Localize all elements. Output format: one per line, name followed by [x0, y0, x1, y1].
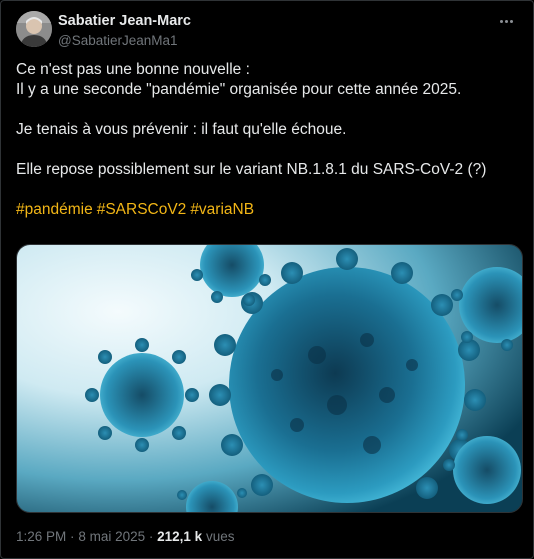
hashtags: #pandémie #SARSCoV2 #variaNB	[16, 200, 518, 220]
display-name[interactable]: Sabatier Jean-Marc	[58, 12, 191, 30]
tweet-line: Elle repose possiblement sur le variant …	[16, 161, 487, 178]
tweet-text: Ce n'est pas une bonne nouvelle : Il y a…	[16, 60, 518, 220]
tweet-media[interactable]	[16, 244, 523, 513]
handle[interactable]: @SabatierJeanMa1	[58, 32, 191, 50]
hashtag-link[interactable]: #SARSCoV2	[97, 201, 187, 218]
avatar-photo-icon	[16, 11, 52, 47]
tweet-time[interactable]: 1:26 PM	[16, 529, 66, 544]
tweet-date[interactable]: 8 mai 2025	[78, 529, 145, 544]
virus-image-icon	[17, 245, 522, 512]
separator: ·	[148, 529, 154, 544]
hashtag-link[interactable]: #variaNB	[190, 201, 254, 218]
views-label: vues	[205, 529, 235, 544]
hashtag-link[interactable]: #pandémie	[16, 201, 93, 218]
tweet-header: Sabatier Jean-Marc @SabatierJeanMa1	[16, 11, 518, 51]
avatar[interactable]	[16, 11, 52, 47]
tweet-card[interactable]: Sabatier Jean-Marc @SabatierJeanMa1 Ce n…	[0, 0, 534, 559]
tweet-line: Ce n'est pas une bonne nouvelle :	[16, 61, 250, 78]
separator: ·	[70, 529, 75, 544]
views-count: 212,1 k	[157, 529, 203, 544]
tweet-line: Il y a une seconde "pandémie" organisée …	[16, 81, 462, 98]
tweet-line: Je tenais à vous prévenir : il faut qu'e…	[16, 121, 347, 138]
more-options-icon[interactable]	[496, 11, 516, 31]
tweet-meta: 1:26 PM · 8 mai 2025 · 212,1 k vues	[16, 529, 234, 545]
